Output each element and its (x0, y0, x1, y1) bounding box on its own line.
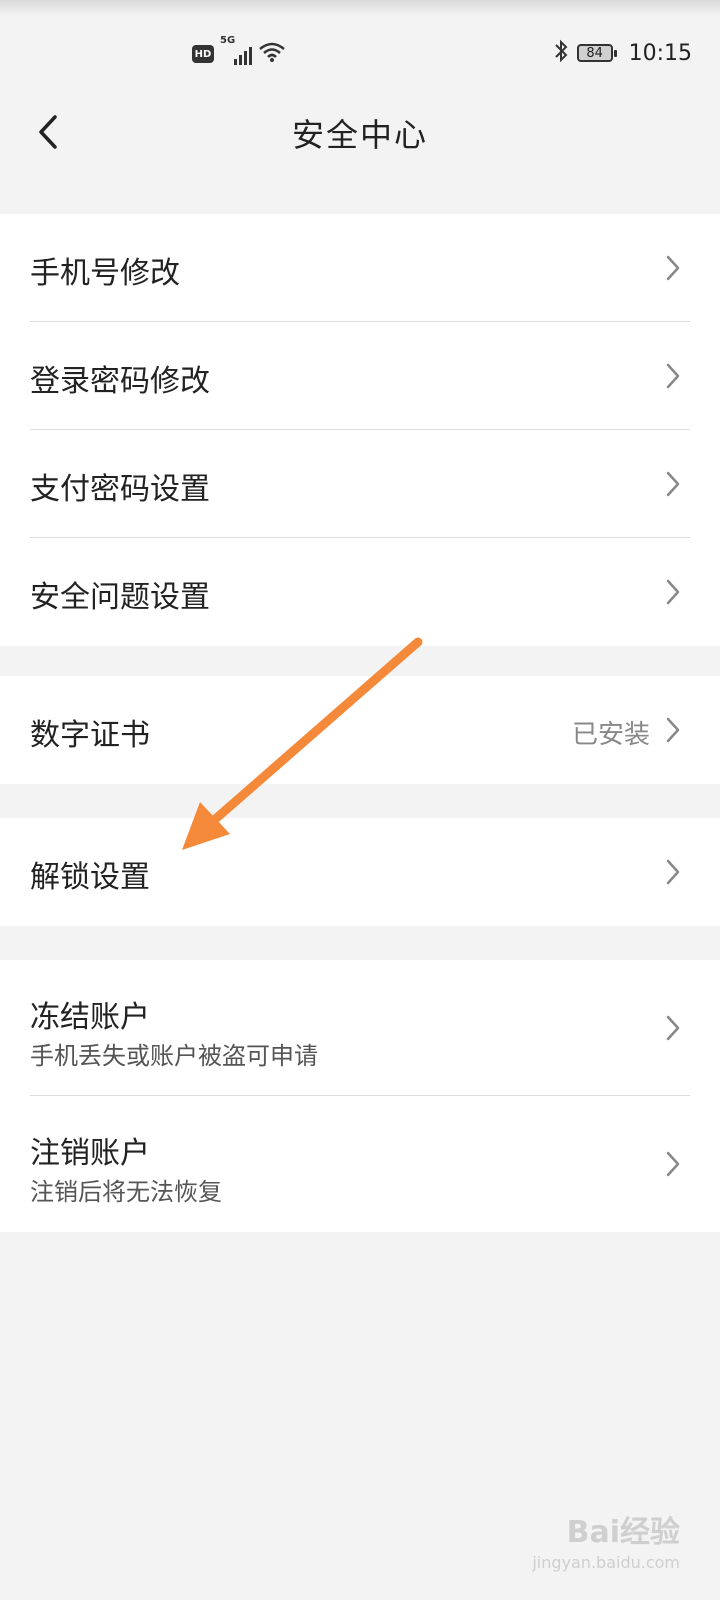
bluetooth-icon (553, 39, 569, 68)
chevron-right-icon (666, 579, 680, 605)
top-shadow (0, 0, 720, 16)
settings-item-payment-password[interactable]: 支付密码设置 (0, 430, 720, 538)
unlock-group: 解锁设置 (0, 818, 720, 926)
chevron-right-icon (666, 255, 680, 281)
battery-icon: 84 (576, 44, 617, 62)
settings-item-label: 登录密码修改 (30, 364, 210, 399)
certificate-group: 数字证书 已安装 (0, 676, 720, 784)
chevron-right-icon (666, 859, 680, 885)
chevron-right-icon (666, 1151, 680, 1177)
settings-item-unlock[interactable]: 解锁设置 (0, 818, 720, 926)
nav-bar: 安全中心 (0, 96, 720, 168)
settings-item-phone-number[interactable]: 手机号修改 (0, 214, 720, 322)
settings-item-label: 冻结账户 (30, 1000, 150, 1035)
settings-item-label: 支付密码设置 (30, 472, 210, 507)
battery-level: 84 (586, 45, 603, 61)
network-type-label: 5G (220, 35, 236, 46)
chevron-right-icon (666, 717, 680, 743)
account-security-group: 手机号修改 登录密码修改 支付密码设置 安全问题设置 (0, 214, 720, 646)
settings-item-description: 注销后将无法恢复 (30, 1178, 222, 1206)
settings-item-freeze-account[interactable]: 冻结账户 手机丢失或账户被盗可申请 (0, 960, 720, 1096)
settings-item-login-password[interactable]: 登录密码修改 (0, 322, 720, 430)
chevron-right-icon (666, 471, 680, 497)
signal-icon: 5G (220, 35, 252, 65)
status-value: 已安装 (571, 720, 650, 750)
watermark-brand: Bai经验 (566, 1515, 680, 1550)
settings-item-label: 解锁设置 (30, 860, 150, 895)
wifi-icon (258, 41, 286, 67)
page-title: 安全中心 (291, 116, 428, 154)
settings-item-label: 注销账户 (30, 1136, 150, 1171)
watermark-logo: Bai经验 jingyan.baidu.com (532, 1507, 680, 1572)
settings-item-description: 手机丢失或账户被盗可申请 (30, 1042, 318, 1070)
clock: 10:15 (628, 40, 692, 66)
settings-item-close-account[interactable]: 注销账户 注销后将无法恢复 (0, 1096, 720, 1232)
settings-item-security-question[interactable]: 安全问题设置 (0, 538, 720, 646)
status-icons-center: HD 5G (192, 35, 286, 68)
settings-item-label: 数字证书 (30, 718, 150, 753)
chevron-right-icon (666, 1015, 680, 1041)
settings-item-digital-certificate[interactable]: 数字证书 已安装 (0, 676, 720, 784)
settings-item-label: 手机号修改 (30, 256, 180, 291)
chevron-right-icon (666, 363, 680, 389)
settings-item-label: 安全问题设置 (30, 580, 210, 615)
status-icons-right: 84 10:15 (553, 38, 692, 68)
status-bar: HD 5G 84 10:15 (0, 0, 720, 108)
account-management-group: 冻结账户 手机丢失或账户被盗可申请 注销账户 注销后将无法恢复 (0, 960, 720, 1232)
watermark-url: jingyan.baidu.com (532, 1553, 680, 1572)
hd-icon: HD (192, 45, 214, 63)
